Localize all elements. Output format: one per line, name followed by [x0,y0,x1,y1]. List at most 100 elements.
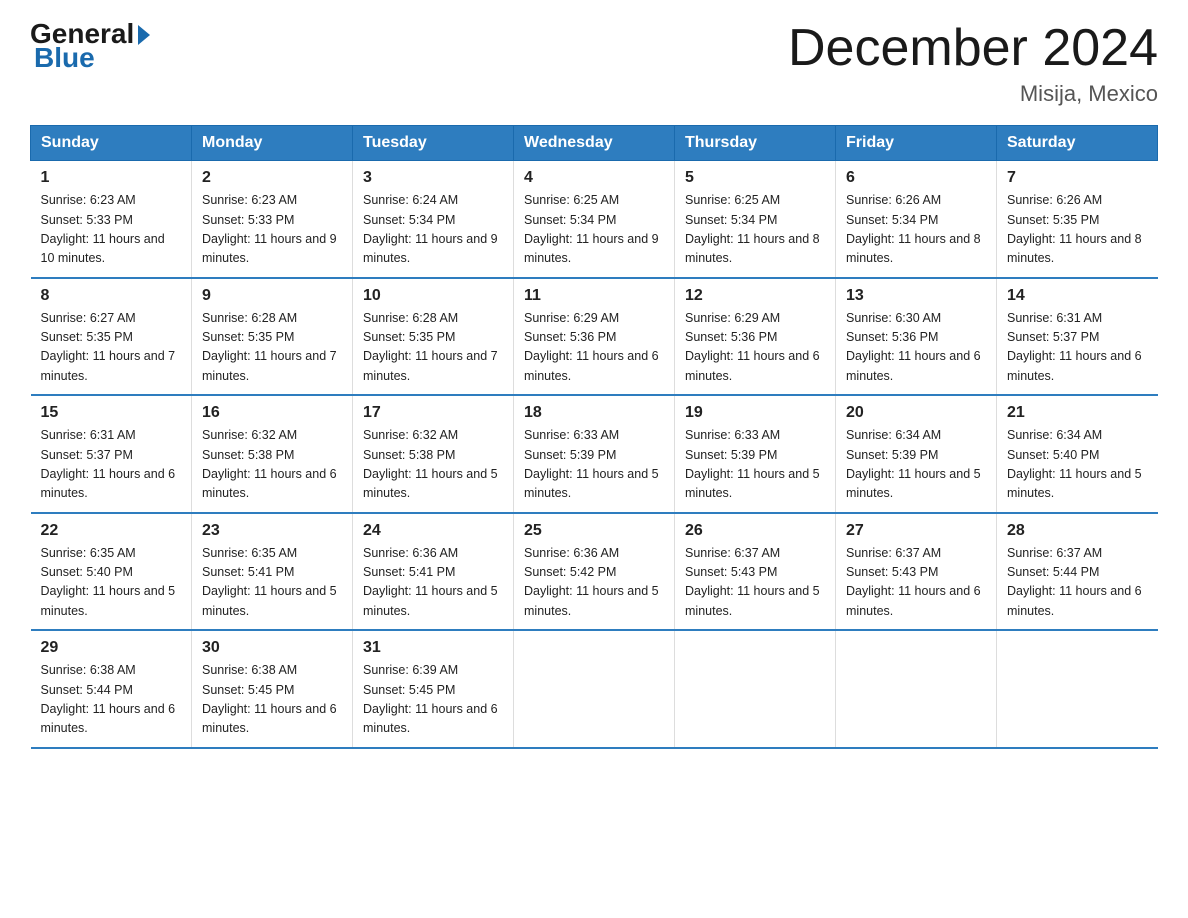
day-info: Sunrise: 6:33 AMSunset: 5:39 PMDaylight:… [524,428,659,500]
day-info: Sunrise: 6:38 AMSunset: 5:44 PMDaylight:… [41,663,176,735]
day-info: Sunrise: 6:32 AMSunset: 5:38 PMDaylight:… [202,428,337,500]
day-number: 28 [1007,522,1148,540]
day-info: Sunrise: 6:23 AMSunset: 5:33 PMDaylight:… [41,193,165,265]
day-info: Sunrise: 6:37 AMSunset: 5:44 PMDaylight:… [1007,546,1142,618]
day-number: 21 [1007,404,1148,422]
day-number: 23 [202,522,342,540]
day-number: 6 [846,169,986,187]
day-info: Sunrise: 6:36 AMSunset: 5:41 PMDaylight:… [363,546,498,618]
calendar-cell: 4 Sunrise: 6:25 AMSunset: 5:34 PMDayligh… [514,161,675,278]
day-number: 29 [41,639,182,657]
calendar-subtitle: Misija, Mexico [788,81,1158,107]
day-number: 30 [202,639,342,657]
day-info: Sunrise: 6:28 AMSunset: 5:35 PMDaylight:… [363,311,498,383]
header-tuesday: Tuesday [353,126,514,161]
calendar-cell [836,630,997,748]
header-thursday: Thursday [675,126,836,161]
calendar-cell: 2 Sunrise: 6:23 AMSunset: 5:33 PMDayligh… [192,161,353,278]
day-number: 5 [685,169,825,187]
day-info: Sunrise: 6:26 AMSunset: 5:35 PMDaylight:… [1007,193,1142,265]
calendar-cell: 3 Sunrise: 6:24 AMSunset: 5:34 PMDayligh… [353,161,514,278]
day-info: Sunrise: 6:26 AMSunset: 5:34 PMDaylight:… [846,193,981,265]
calendar-cell: 1 Sunrise: 6:23 AMSunset: 5:33 PMDayligh… [31,161,192,278]
calendar-cell: 12 Sunrise: 6:29 AMSunset: 5:36 PMDaylig… [675,278,836,396]
day-number: 24 [363,522,503,540]
calendar-cell: 25 Sunrise: 6:36 AMSunset: 5:42 PMDaylig… [514,513,675,631]
day-info: Sunrise: 6:29 AMSunset: 5:36 PMDaylight:… [685,311,820,383]
day-number: 14 [1007,287,1148,305]
day-number: 3 [363,169,503,187]
calendar-cell [675,630,836,748]
day-info: Sunrise: 6:39 AMSunset: 5:45 PMDaylight:… [363,663,498,735]
day-info: Sunrise: 6:25 AMSunset: 5:34 PMDaylight:… [524,193,659,265]
week-row-1: 1 Sunrise: 6:23 AMSunset: 5:33 PMDayligh… [31,161,1158,278]
calendar-cell: 7 Sunrise: 6:26 AMSunset: 5:35 PMDayligh… [997,161,1158,278]
calendar-cell [514,630,675,748]
calendar-body: 1 Sunrise: 6:23 AMSunset: 5:33 PMDayligh… [31,161,1158,748]
calendar-cell: 9 Sunrise: 6:28 AMSunset: 5:35 PMDayligh… [192,278,353,396]
day-info: Sunrise: 6:32 AMSunset: 5:38 PMDaylight:… [363,428,498,500]
day-info: Sunrise: 6:34 AMSunset: 5:39 PMDaylight:… [846,428,981,500]
calendar-cell: 15 Sunrise: 6:31 AMSunset: 5:37 PMDaylig… [31,395,192,513]
day-info: Sunrise: 6:31 AMSunset: 5:37 PMDaylight:… [1007,311,1142,383]
day-number: 20 [846,404,986,422]
calendar-cell: 16 Sunrise: 6:32 AMSunset: 5:38 PMDaylig… [192,395,353,513]
calendar-cell: 13 Sunrise: 6:30 AMSunset: 5:36 PMDaylig… [836,278,997,396]
day-number: 18 [524,404,664,422]
calendar-cell: 27 Sunrise: 6:37 AMSunset: 5:43 PMDaylig… [836,513,997,631]
calendar-cell: 23 Sunrise: 6:35 AMSunset: 5:41 PMDaylig… [192,513,353,631]
day-info: Sunrise: 6:34 AMSunset: 5:40 PMDaylight:… [1007,428,1142,500]
day-number: 16 [202,404,342,422]
calendar-cell: 28 Sunrise: 6:37 AMSunset: 5:44 PMDaylig… [997,513,1158,631]
calendar-cell: 6 Sunrise: 6:26 AMSunset: 5:34 PMDayligh… [836,161,997,278]
calendar-cell: 17 Sunrise: 6:32 AMSunset: 5:38 PMDaylig… [353,395,514,513]
day-info: Sunrise: 6:28 AMSunset: 5:35 PMDaylight:… [202,311,337,383]
calendar-cell: 8 Sunrise: 6:27 AMSunset: 5:35 PMDayligh… [31,278,192,396]
day-info: Sunrise: 6:24 AMSunset: 5:34 PMDaylight:… [363,193,498,265]
title-block: December 2024 Misija, Mexico [788,20,1158,107]
day-info: Sunrise: 6:35 AMSunset: 5:41 PMDaylight:… [202,546,337,618]
day-number: 1 [41,169,182,187]
week-row-2: 8 Sunrise: 6:27 AMSunset: 5:35 PMDayligh… [31,278,1158,396]
header-saturday: Saturday [997,126,1158,161]
calendar-cell: 22 Sunrise: 6:35 AMSunset: 5:40 PMDaylig… [31,513,192,631]
calendar-cell [997,630,1158,748]
day-number: 19 [685,404,825,422]
header-friday: Friday [836,126,997,161]
day-number: 15 [41,404,182,422]
header-row: SundayMondayTuesdayWednesdayThursdayFrid… [31,126,1158,161]
week-row-3: 15 Sunrise: 6:31 AMSunset: 5:37 PMDaylig… [31,395,1158,513]
calendar-cell: 18 Sunrise: 6:33 AMSunset: 5:39 PMDaylig… [514,395,675,513]
day-number: 9 [202,287,342,305]
calendar-cell: 24 Sunrise: 6:36 AMSunset: 5:41 PMDaylig… [353,513,514,631]
calendar-cell: 31 Sunrise: 6:39 AMSunset: 5:45 PMDaylig… [353,630,514,748]
page-header: General Blue December 2024 Misija, Mexic… [30,20,1158,107]
day-number: 10 [363,287,503,305]
logo: General Blue [30,20,150,72]
day-info: Sunrise: 6:37 AMSunset: 5:43 PMDaylight:… [846,546,981,618]
day-info: Sunrise: 6:23 AMSunset: 5:33 PMDaylight:… [202,193,337,265]
day-number: 25 [524,522,664,540]
calendar-header: SundayMondayTuesdayWednesdayThursdayFrid… [31,126,1158,161]
calendar-cell: 14 Sunrise: 6:31 AMSunset: 5:37 PMDaylig… [997,278,1158,396]
day-number: 13 [846,287,986,305]
calendar-cell: 21 Sunrise: 6:34 AMSunset: 5:40 PMDaylig… [997,395,1158,513]
calendar-cell: 20 Sunrise: 6:34 AMSunset: 5:39 PMDaylig… [836,395,997,513]
day-info: Sunrise: 6:29 AMSunset: 5:36 PMDaylight:… [524,311,659,383]
day-info: Sunrise: 6:35 AMSunset: 5:40 PMDaylight:… [41,546,176,618]
calendar-table: SundayMondayTuesdayWednesdayThursdayFrid… [30,125,1158,749]
day-info: Sunrise: 6:36 AMSunset: 5:42 PMDaylight:… [524,546,659,618]
calendar-cell: 11 Sunrise: 6:29 AMSunset: 5:36 PMDaylig… [514,278,675,396]
day-number: 27 [846,522,986,540]
day-info: Sunrise: 6:38 AMSunset: 5:45 PMDaylight:… [202,663,337,735]
day-number: 12 [685,287,825,305]
day-number: 31 [363,639,503,657]
day-info: Sunrise: 6:27 AMSunset: 5:35 PMDaylight:… [41,311,176,383]
day-number: 17 [363,404,503,422]
calendar-cell: 26 Sunrise: 6:37 AMSunset: 5:43 PMDaylig… [675,513,836,631]
calendar-cell: 5 Sunrise: 6:25 AMSunset: 5:34 PMDayligh… [675,161,836,278]
day-info: Sunrise: 6:30 AMSunset: 5:36 PMDaylight:… [846,311,981,383]
header-wednesday: Wednesday [514,126,675,161]
day-number: 8 [41,287,182,305]
logo-blue-text: Blue [30,44,150,72]
